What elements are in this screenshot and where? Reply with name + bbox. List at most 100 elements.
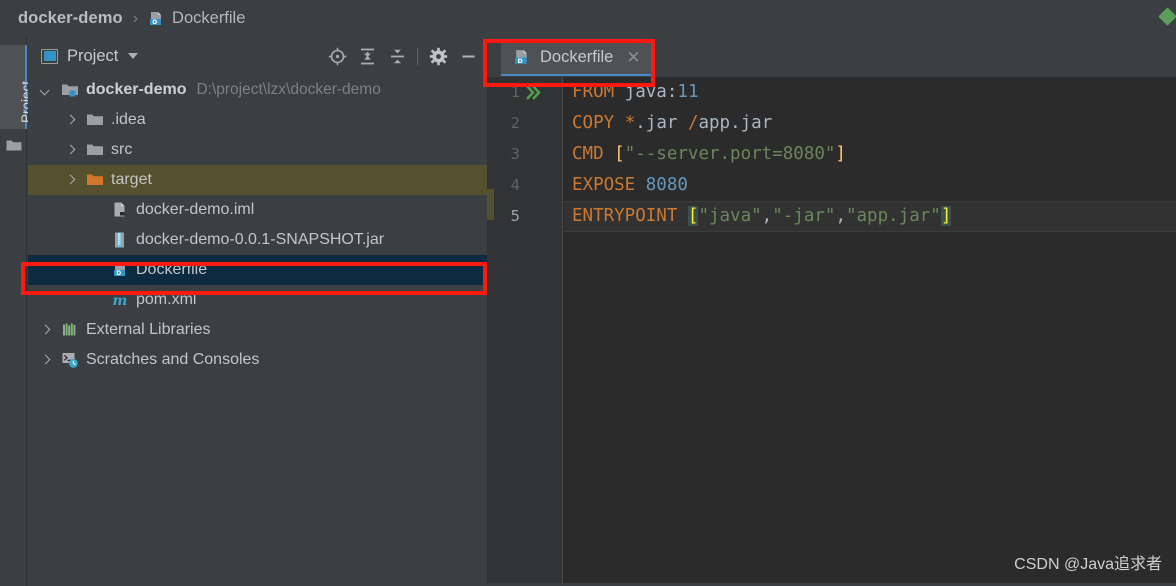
code-token: / xyxy=(687,113,699,133)
code-token: "app.jar" xyxy=(845,206,941,226)
gutter-line-number: 4 xyxy=(510,176,520,194)
code-token: : xyxy=(666,82,678,102)
settings-gear-icon[interactable] xyxy=(423,41,453,71)
code-token: java xyxy=(624,82,667,102)
tree-row-idea[interactable]: .idea xyxy=(28,105,487,135)
tree-row-label: External Libraries xyxy=(86,321,211,338)
tree-row-label: target xyxy=(111,171,152,188)
code-token: COPY xyxy=(572,113,615,133)
breadcrumb-project[interactable]: docker-demo xyxy=(18,9,123,28)
code-token: , xyxy=(835,206,846,226)
chevron-right-icon[interactable] xyxy=(65,115,76,126)
jar-file-icon xyxy=(111,231,129,249)
folder-icon xyxy=(86,141,104,159)
project-file-tree[interactable]: docker-demo D:\project\lzx\docker-demo .id… xyxy=(28,75,487,586)
code-token: ] xyxy=(835,144,846,164)
code-line[interactable]: FROM java:11 xyxy=(564,77,1176,108)
code-token: 8080 xyxy=(645,175,688,195)
code-line[interactable]: COPY *.jar /app.jar xyxy=(564,108,1176,139)
expand-all-icon[interactable] xyxy=(352,41,382,71)
tree-row-target[interactable]: target xyxy=(28,165,487,195)
chevron-right-icon[interactable] xyxy=(40,325,51,336)
watermark: CSDN @Java追求者 xyxy=(1014,556,1162,573)
tree-row-label: .idea xyxy=(111,111,146,128)
tree-row-docker-demo-0-0-1-snapshot-jar[interactable]: docker-demo-0.0.1-SNAPSHOT.jar xyxy=(28,225,487,255)
code-token: CMD xyxy=(572,144,604,164)
code-token: .jar xyxy=(635,113,688,133)
tree-row-path: D:\project\lzx\docker-demo xyxy=(196,81,381,98)
tree-row-external-libraries[interactable]: External Libraries xyxy=(28,315,487,345)
code-token: ] xyxy=(940,206,952,226)
project-window-icon xyxy=(41,48,58,64)
folder-icon[interactable] xyxy=(6,139,22,152)
libraries-icon xyxy=(61,321,79,339)
tree-row-src[interactable]: src xyxy=(28,135,487,165)
code-token: "--server.port=8080" xyxy=(624,144,836,164)
run-double-chevron-icon[interactable] xyxy=(525,77,543,108)
dockerfile-icon: D xyxy=(111,261,129,279)
svg-text:D: D xyxy=(152,19,157,26)
sidebar-tab-project[interactable]: Project xyxy=(0,45,34,129)
breadcrumb-bar: docker-demo › D Dockerfile xyxy=(0,0,1176,37)
code-token: EXPOSE xyxy=(572,175,636,195)
tree-row-docker-demo-iml[interactable]: docker-demo.iml xyxy=(28,195,487,225)
tree-row-scratches-and-consoles[interactable]: Scratches and Consoles xyxy=(28,345,487,375)
code-line[interactable]: CMD ["--server.port=8080"] xyxy=(564,139,1176,170)
dockerfile-icon: D xyxy=(147,10,165,28)
svg-text:m: m xyxy=(113,293,128,309)
gutter-line-number: 3 xyxy=(510,145,520,163)
tab-dockerfile[interactable]: D Dockerfile ✕ xyxy=(501,41,653,76)
tree-row-label: docker-demo xyxy=(86,81,187,98)
gutter-line-number: 5 xyxy=(510,207,520,225)
folder-icon xyxy=(86,111,104,129)
dockerfile-icon: D xyxy=(512,48,531,67)
tree-arrow-spacer xyxy=(90,265,101,276)
project-panel-title: Project xyxy=(67,46,119,65)
code-token: , xyxy=(761,206,773,226)
gutter-line-number: 1 xyxy=(510,83,520,101)
close-icon[interactable]: ✕ xyxy=(626,49,640,66)
tree-row-docker-demo[interactable]: docker-demo D:\project\lzx\docker-demo xyxy=(28,75,487,105)
code-token: 11 xyxy=(677,82,699,102)
code-token: "java" xyxy=(698,206,762,226)
code-token: [ xyxy=(614,144,625,164)
code-token: [ xyxy=(687,206,699,226)
code-token: ENTRYPOINT xyxy=(572,206,678,226)
svg-text:D: D xyxy=(517,58,522,65)
toolbar-divider xyxy=(417,47,418,65)
project-panel-toolbar-icons xyxy=(322,37,487,75)
tab-dockerfile-label: Dockerfile xyxy=(540,48,614,66)
tree-row-pom-xml[interactable]: m pom.xml xyxy=(28,285,487,315)
project-panel-title-group[interactable]: Project xyxy=(41,46,139,66)
editor-gutter[interactable]: 1 2 3 4 5 xyxy=(487,77,563,586)
breadcrumb-file[interactable]: Dockerfile xyxy=(172,9,245,28)
code-editor[interactable]: 12345 FROM java:11 COPY *.jar /app.jar CMD… xyxy=(487,77,1176,586)
tree-row-label: Scratches and Consoles xyxy=(86,351,260,368)
minimize-icon[interactable] xyxy=(453,41,483,71)
chevron-right-icon[interactable] xyxy=(65,145,76,156)
code-token: app.jar xyxy=(698,113,773,133)
code-line[interactable]: EXPOSE 8080 xyxy=(564,170,1176,201)
chevron-right-icon[interactable] xyxy=(40,355,51,366)
svg-text:D: D xyxy=(116,270,121,277)
locate-icon[interactable] xyxy=(322,41,352,71)
tree-row-dockerfile[interactable]: D Dockerfile xyxy=(28,255,487,285)
tree-row-label: src xyxy=(111,141,133,158)
code-lines[interactable]: FROM java:11 COPY *.jar /app.jar CMD ["--s… xyxy=(564,77,1176,586)
editor-tab-strip: D Dockerfile ✕ xyxy=(487,37,1176,77)
tree-arrow-spacer xyxy=(90,235,101,246)
project-panel: Project docker-demo D:\project\lzx\docke… xyxy=(28,37,487,586)
collapse-all-icon[interactable] xyxy=(382,41,412,71)
tree-row-label: Dockerfile xyxy=(136,261,208,278)
iml-file-icon xyxy=(111,201,129,219)
code-line[interactable]: ENTRYPOINT ["java","-jar","app.jar"] xyxy=(564,201,1176,232)
chevron-right-icon[interactable] xyxy=(65,175,76,186)
code-token: * xyxy=(624,113,636,133)
chevron-down-icon[interactable] xyxy=(40,85,51,96)
tree-row-label: docker-demo.iml xyxy=(136,201,255,218)
chevron-down-icon[interactable] xyxy=(128,53,139,59)
gutter-line-number: 2 xyxy=(510,114,520,132)
